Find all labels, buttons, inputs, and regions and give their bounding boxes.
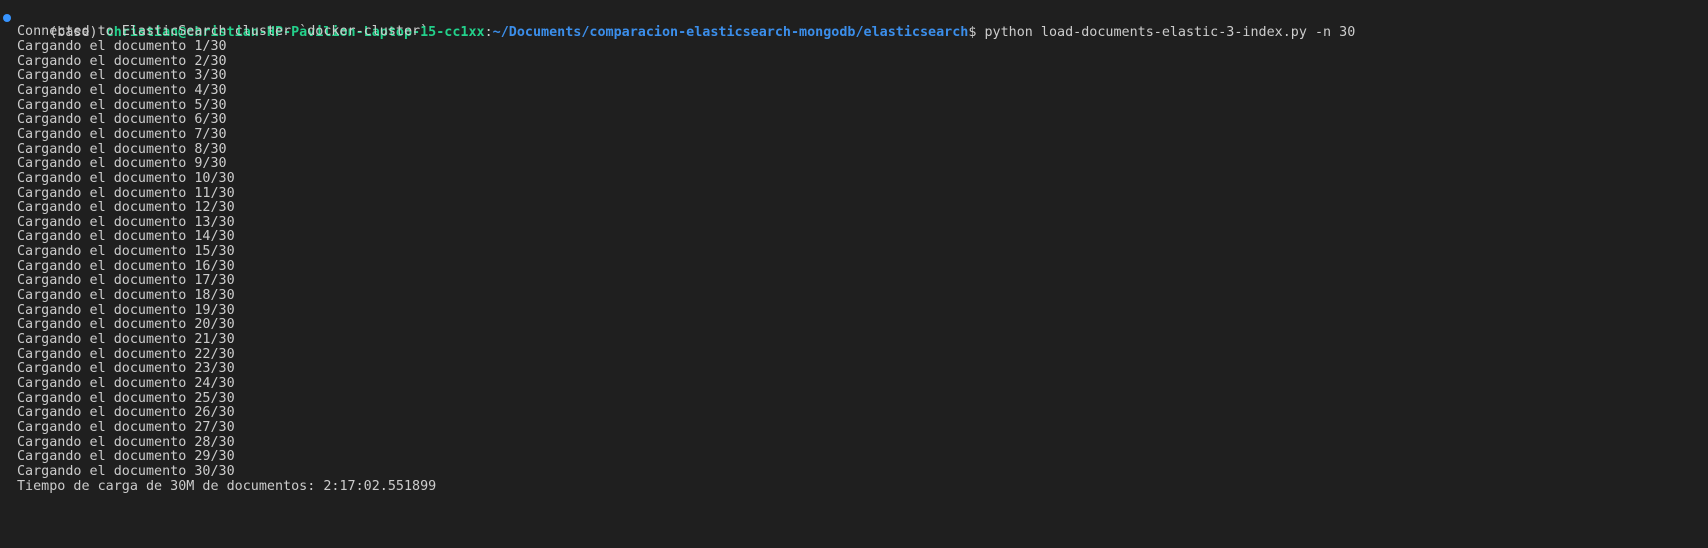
command-status-dot-icon[interactable] [3, 14, 11, 22]
output-line: Cargando el documento 16/30 [17, 258, 235, 274]
output-line: Cargando el documento 2/30 [17, 53, 227, 69]
output-line: Cargando el documento 26/30 [17, 405, 235, 421]
output-line: Cargando el documento 3/30 [17, 68, 227, 84]
output-line: Cargando el documento 5/30 [17, 97, 227, 113]
output-line: Cargando el documento 7/30 [17, 126, 227, 142]
output-line: Cargando el documento 22/30 [17, 346, 235, 362]
output-line: Cargando el documento 1/30 [17, 39, 227, 54]
output-line: Cargando el documento 9/30 [17, 156, 227, 172]
output-line: Cargando el documento 10/30 [17, 170, 235, 186]
output-line: Cargando el documento 14/30 [17, 229, 235, 245]
prompt-symbol: $ [968, 25, 985, 40]
output-line: Cargando el documento 29/30 [17, 449, 235, 465]
prompt-separator: : [484, 25, 493, 40]
output-line: Cargando el documento 23/30 [17, 361, 235, 377]
output-line: Cargando el documento 18/30 [17, 288, 235, 304]
command-text: python load-documents-elastic-3-index.py… [984, 25, 1356, 40]
output-line: Cargando el documento 4/30 [17, 82, 227, 98]
output-line: Cargando el documento 20/30 [17, 317, 235, 333]
output-line: Cargando el documento 6/30 [17, 112, 227, 128]
connection-message: Connected to ElasticSearch cluster `dock… [17, 24, 429, 39]
output-line: Cargando el documento 27/30 [17, 419, 235, 435]
output-line: Cargando el documento 21/30 [17, 332, 235, 347]
terminal-panel[interactable]: (base) christian@christian-HP-Pavilion-L… [0, 0, 1708, 548]
working-directory: ~/Documents/comparacion-elasticsearch-mo… [492, 25, 969, 40]
output-line: Cargando el documento 15/30 [17, 244, 235, 260]
prompt-line: (base) christian@christian-HP-Pavilion-L… [17, 9, 1355, 40]
output-line: Cargando el documento 12/30 [17, 200, 235, 216]
output-line: Cargando el documento 28/30 [17, 434, 235, 450]
elapsed-time-message: Tiempo de carga de 30M de documentos: 2:… [17, 478, 437, 494]
output-line: Cargando el documento 17/30 [17, 273, 235, 289]
output-line: Cargando el documento 24/30 [17, 375, 235, 391]
output-line: Cargando el documento 30/30 [17, 463, 235, 479]
output-line: Cargando el documento 19/30 [17, 302, 235, 318]
output-line: Cargando el documento 8/30 [17, 141, 227, 157]
output-line: Cargando el documento 13/30 [17, 214, 235, 230]
output-line: Cargando el documento 11/30 [17, 185, 235, 201]
output-line: Cargando el documento 25/30 [17, 390, 235, 406]
